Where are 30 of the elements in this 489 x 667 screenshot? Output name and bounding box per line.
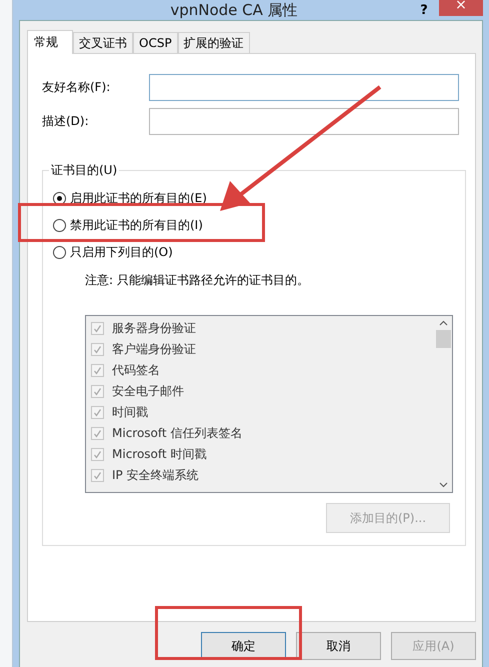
tab[interactable]: OCSP: [133, 32, 178, 53]
radio-button[interactable]: [53, 219, 66, 232]
tab[interactable]: 交叉证书: [73, 32, 133, 53]
tab[interactable]: 扩展的验证: [178, 32, 250, 53]
scroll-thumb[interactable]: [436, 330, 451, 348]
window-title: vpnNode CA 属性: [169, 0, 299, 20]
list-item-label: 时间戳: [112, 404, 148, 421]
list-item-label: Microsoft 时间戳: [112, 446, 206, 463]
scroll-down-icon[interactable]: [439, 482, 448, 488]
input-field[interactable]: [149, 74, 459, 101]
list-item-label: 安全电子邮件: [112, 383, 184, 400]
note-text: 注意: 只能编辑证书路径允许的证书目的。: [85, 272, 310, 289]
list-item-label: 代码签名: [112, 362, 160, 379]
scroll-up-icon[interactable]: [439, 320, 448, 326]
tab[interactable]: 常规: [27, 30, 73, 54]
field-label: 友好名称(F):: [42, 79, 112, 96]
list-item-label: 客户端身份验证: [112, 341, 196, 358]
list-item-label: IP 安全终端系统: [112, 467, 199, 484]
close-button[interactable]: ×: [439, 0, 483, 16]
help-button[interactable]: ?: [409, 0, 439, 20]
radio-label[interactable]: 只启用下列目的(O): [70, 244, 173, 261]
list-item-label: 服务器身份验证: [112, 320, 196, 337]
input-field[interactable]: [149, 108, 459, 135]
radio-button[interactable]: [53, 246, 66, 259]
radio-label[interactable]: 禁用此证书的所有目的(I): [70, 217, 203, 234]
field-label: 描述(D):: [42, 113, 90, 130]
group-legend: 证书目的(U): [49, 162, 120, 179]
list-item-label: Microsoft 信任列表签名: [112, 425, 242, 442]
dialog-button[interactable]: 取消: [296, 632, 381, 660]
radio-label[interactable]: 启用此证书的所有目的(E): [70, 190, 207, 207]
